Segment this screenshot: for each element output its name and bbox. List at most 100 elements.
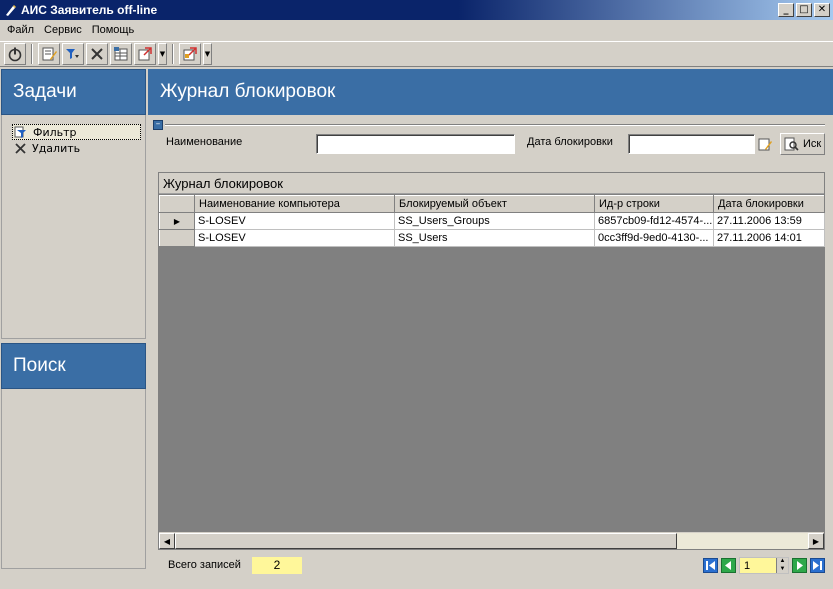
search-panel — [1, 389, 146, 569]
task-filter-label: Фильтр — [33, 125, 77, 139]
collapse-filter-button[interactable]: – — [153, 120, 163, 130]
menu-bar: Файл Сервис Помощь — [0, 20, 833, 40]
column-header-computer[interactable]: Наименование компьютера — [194, 195, 395, 213]
spin-down-icon[interactable]: ▼ — [777, 566, 788, 574]
calendar-edit-icon — [758, 138, 772, 150]
table-row[interactable]: ▶ S-LOSEV SS_Users_Groups 6857cb09-fd12-… — [159, 212, 825, 230]
minimize-icon: _ — [783, 4, 789, 15]
next-page-button[interactable] — [792, 558, 807, 573]
first-page-icon — [703, 558, 718, 573]
cell-object[interactable]: SS_Users_Groups — [394, 212, 595, 230]
filter-icon — [13, 125, 29, 139]
tasks-panel-header: Задачи — [1, 69, 146, 115]
name-input[interactable] — [316, 134, 515, 154]
date-input[interactable] — [628, 134, 755, 154]
arrow-right-icon: ▶ — [812, 536, 820, 546]
table-row[interactable]: S-LOSEV SS_Users 0cc3ff9d-9ed0-4130-... … — [159, 229, 825, 247]
window-title: АИС Заявитель off-line — [21, 3, 158, 17]
left-panel: Задачи Фильтр Удалить Поиск — [1, 69, 146, 583]
close-icon: ✕ — [817, 4, 827, 15]
export-dropdown[interactable]: ▼ — [158, 43, 167, 65]
last-page-icon — [810, 558, 825, 573]
cell-computer[interactable]: S-LOSEV — [194, 212, 395, 230]
report-button[interactable] — [179, 43, 201, 65]
table-button[interactable] — [110, 43, 132, 65]
next-page-icon — [792, 558, 807, 573]
last-page-button[interactable] — [810, 558, 825, 573]
row-selector[interactable] — [159, 229, 195, 247]
toolbar-separator — [31, 44, 33, 64]
grid-footer: Всего записей 2 1 ▲ ▼ — [158, 556, 825, 576]
find-button-label: Иск — [803, 138, 822, 150]
toolbar: ▼ ▼ — [0, 41, 833, 67]
export-button[interactable] — [134, 43, 156, 65]
find-icon — [784, 137, 799, 151]
table-icon — [114, 47, 128, 61]
menu-service[interactable]: Сервис — [39, 24, 87, 36]
page-number-input[interactable]: 1 ▲ ▼ — [739, 557, 789, 574]
power-icon — [8, 47, 22, 62]
filter-area: – Наименование Дата блокировки Иск — [148, 115, 833, 169]
maximize-icon: □ — [799, 4, 809, 15]
previous-page-icon — [721, 558, 736, 573]
date-picker-button[interactable] — [756, 135, 774, 153]
delete-icon — [91, 48, 103, 60]
scroll-left-button[interactable]: ◀ — [159, 533, 175, 549]
minimize-button[interactable]: _ — [778, 3, 794, 17]
total-records-label: Всего записей — [168, 559, 241, 571]
toolbar-separator — [172, 44, 174, 64]
cell-computer[interactable]: S-LOSEV — [194, 229, 395, 247]
cell-row-id[interactable]: 6857cb09-fd12-4574-... — [594, 212, 714, 230]
grid-caption: Журнал блокировок — [159, 173, 824, 194]
spin-up-icon[interactable]: ▲ — [777, 558, 788, 566]
previous-page-button[interactable] — [721, 558, 736, 573]
date-label: Дата блокировки — [527, 136, 613, 148]
page-title: Журнал блокировок — [148, 69, 833, 115]
data-table: Наименование компьютера Блокируемый объе… — [159, 195, 825, 247]
exit-button[interactable] — [4, 43, 26, 65]
name-label: Наименование — [166, 136, 243, 148]
close-button[interactable]: ✕ — [814, 3, 830, 17]
horizontal-scrollbar[interactable]: ◀ ▶ — [159, 532, 824, 549]
scroll-right-button[interactable]: ▶ — [808, 533, 824, 549]
column-header-row-id[interactable]: Ид-р строки — [594, 195, 714, 213]
scrollbar-thumb[interactable] — [175, 533, 677, 549]
filter-icon — [66, 49, 79, 59]
delete-button[interactable] — [86, 43, 108, 65]
delete-icon — [12, 141, 28, 155]
report-dropdown[interactable]: ▼ — [203, 43, 212, 65]
search-panel-header: Поиск — [1, 343, 146, 389]
first-page-button[interactable] — [703, 558, 718, 573]
menu-help[interactable]: Помощь — [87, 24, 140, 36]
edit-icon — [42, 47, 57, 61]
maximize-button[interactable]: □ — [796, 3, 812, 17]
page-spinner[interactable]: ▲ ▼ — [776, 558, 788, 573]
task-delete-label: Удалить — [32, 141, 81, 155]
cell-object[interactable]: SS_Users — [394, 229, 595, 247]
filter-button[interactable] — [62, 43, 84, 65]
export-icon — [138, 47, 152, 61]
column-header-object[interactable]: Блокируемый объект — [394, 195, 595, 213]
task-filter[interactable]: Фильтр — [12, 124, 141, 140]
arrow-left-icon: ◀ — [163, 536, 171, 546]
pager: 1 ▲ ▼ — [703, 557, 825, 574]
find-button[interactable]: Иск — [780, 133, 825, 155]
row-header-corner — [159, 195, 195, 213]
task-delete[interactable]: Удалить — [12, 140, 145, 156]
title-bar: АИС Заявитель off-line _ □ ✕ — [0, 0, 833, 20]
filter-divider — [165, 124, 825, 126]
cell-date[interactable]: 27.11.2006 13:59 — [713, 212, 825, 230]
report-icon — [183, 47, 197, 61]
main-panel: Журнал блокировок – Наименование Дата бл… — [148, 69, 833, 585]
column-header-date[interactable]: Дата блокировки — [713, 195, 825, 213]
menu-file[interactable]: Файл — [2, 24, 39, 36]
app-icon — [3, 3, 17, 17]
page-number: 1 — [744, 559, 751, 572]
row-selector[interactable]: ▶ — [159, 212, 195, 230]
tasks-panel: Фильтр Удалить — [1, 115, 146, 339]
chevron-down-icon: ▼ — [204, 50, 211, 58]
cell-row-id[interactable]: 0cc3ff9d-9ed0-4130-... — [594, 229, 714, 247]
cell-date[interactable]: 27.11.2006 14:01 — [713, 229, 825, 247]
table-header-row: Наименование компьютера Блокируемый объе… — [159, 195, 825, 213]
edit-button[interactable] — [38, 43, 60, 65]
